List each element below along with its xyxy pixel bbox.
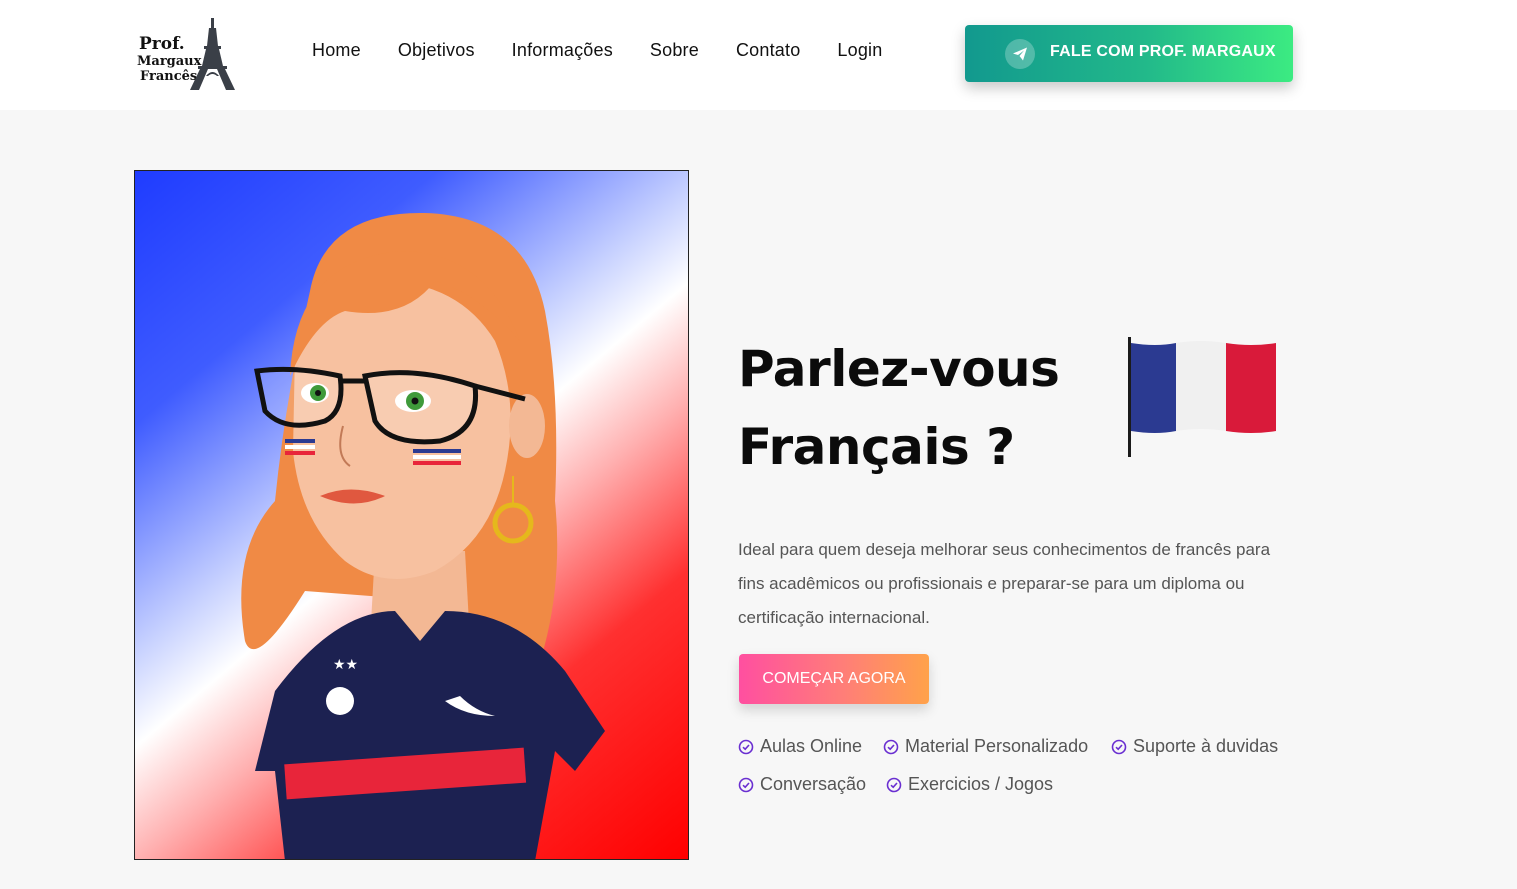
hero-title-line-1: Parlez-vous [738, 340, 1060, 398]
start-now-button[interactable]: COMEÇAR AGORA [739, 654, 929, 704]
hero-title-line-2: Français ? [738, 418, 1015, 476]
nav-informacoes[interactable]: Informações [512, 40, 613, 61]
feature-label: Conversação [760, 774, 867, 794]
nav-sobre[interactable]: Sobre [650, 40, 699, 61]
main-nav: Home Objetivos Informações Sobre Contato… [312, 40, 919, 61]
eiffel-tower-icon [190, 18, 235, 90]
check-circle-icon [883, 739, 899, 754]
french-flag-icon [1126, 335, 1278, 464]
svg-text:★★: ★★ [333, 657, 358, 673]
check-circle-icon [738, 739, 754, 754]
teacher-avatar-illustration: ★★ [134, 170, 689, 860]
contact-teacher-label: FALE COM PROF. MARGAUX [1050, 43, 1276, 60]
feature-item: Material Personalizado [883, 736, 1088, 757]
hero-title: Parlez-vous Français ? [738, 330, 1060, 486]
brand-logo[interactable]: Prof. Margaux Francês [137, 16, 242, 92]
feature-item: Suporte à duvidas [1111, 736, 1278, 757]
feature-item: Conversação [738, 774, 866, 795]
nav-objetivos[interactable]: Objetivos [398, 40, 475, 61]
telegram-icon [1005, 39, 1035, 69]
check-circle-icon [886, 777, 902, 792]
brand-line-1: Prof. [139, 34, 185, 54]
contact-teacher-button[interactable]: FALE COM PROF. MARGAUX [965, 25, 1293, 82]
nav-home[interactable]: Home [312, 40, 361, 61]
site-header: Prof. Margaux Francês Home Objetivos Inf… [0, 0, 1517, 110]
hero-description: Ideal para quem deseja melhorar seus con… [738, 540, 1271, 627]
feature-label: Exercicios / Jogos [908, 774, 1054, 794]
feature-label: Suporte à duvidas [1133, 736, 1279, 756]
nav-login[interactable]: Login [837, 40, 882, 61]
check-circle-icon [738, 777, 754, 792]
nav-contato[interactable]: Contato [736, 40, 800, 61]
feature-item: Aulas Online [738, 736, 862, 757]
feature-label: Aulas Online [760, 736, 863, 756]
check-circle-icon [1111, 739, 1127, 754]
feature-label: Material Personalizado [905, 736, 1089, 756]
feature-item: Exercicios / Jogos [886, 774, 1053, 795]
